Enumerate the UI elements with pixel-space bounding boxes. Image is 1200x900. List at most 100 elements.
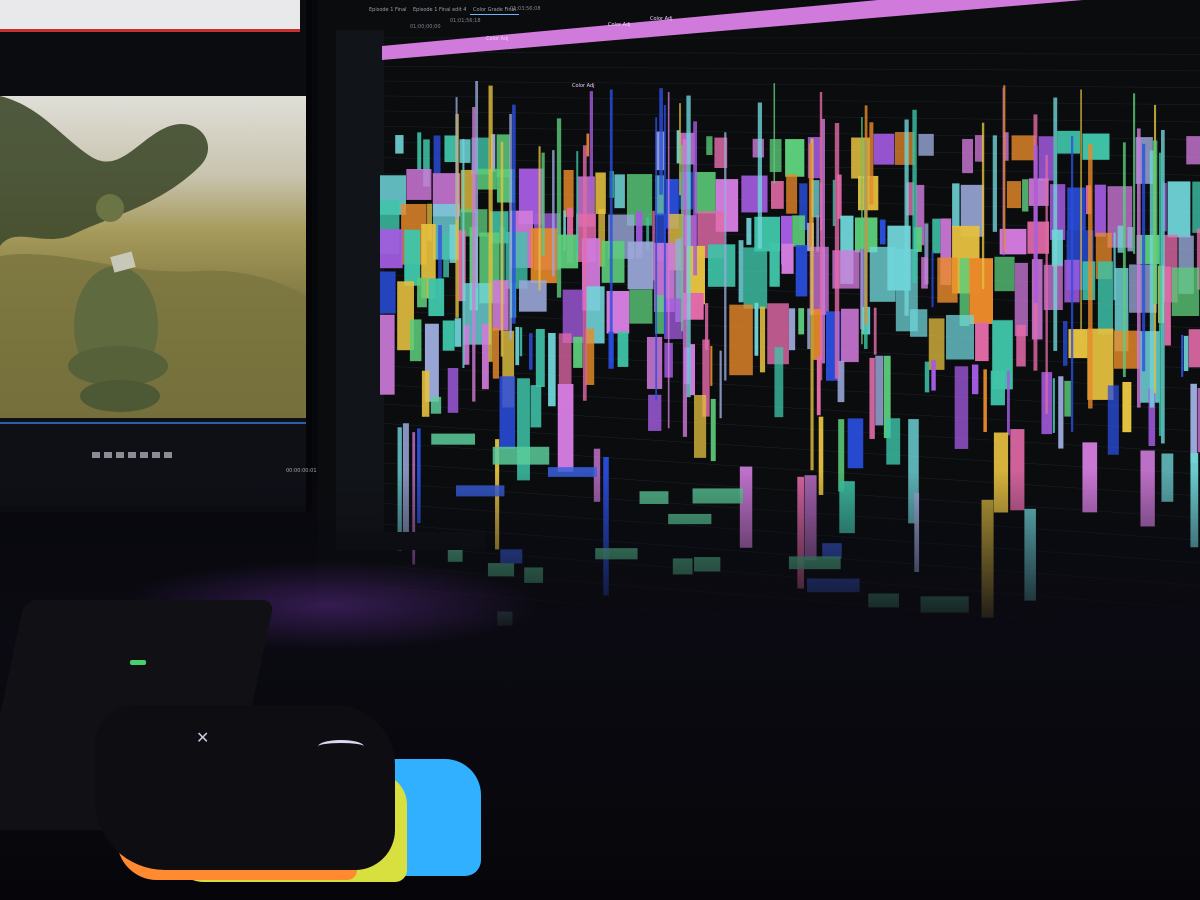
timeline-clip[interactable]	[614, 174, 625, 209]
timeline-clip[interactable]	[538, 146, 541, 291]
timeline-clip[interactable]	[499, 376, 516, 449]
timeline-clip[interactable]	[983, 369, 987, 432]
timeline-clip[interactable]	[693, 394, 707, 458]
timeline-clip[interactable]	[912, 109, 917, 284]
timeline-clip[interactable]	[477, 168, 497, 190]
timeline-clip[interactable]	[792, 215, 805, 247]
timeline-clip[interactable]	[663, 105, 666, 335]
timeline-clip[interactable]	[719, 350, 722, 419]
timeline-clip[interactable]	[875, 355, 884, 426]
timeline-clip[interactable]	[667, 92, 670, 429]
timeline-clip[interactable]	[707, 244, 736, 287]
timeline-clip[interactable]	[838, 419, 845, 492]
timeline-clip[interactable]	[834, 123, 840, 379]
timeline-clip[interactable]	[430, 396, 442, 414]
timeline-clip[interactable]	[773, 83, 776, 184]
timeline-clip[interactable]	[990, 370, 1005, 406]
timeline-clip[interactable]	[971, 364, 979, 395]
step-forward-icon[interactable]	[140, 452, 148, 458]
timeline-clip[interactable]	[920, 596, 969, 613]
timeline-clip[interactable]	[586, 133, 590, 157]
timeline-clip[interactable]	[404, 229, 421, 286]
play-icon[interactable]	[116, 452, 124, 458]
timeline-clip[interactable]	[738, 240, 744, 303]
timeline-clip[interactable]	[769, 139, 782, 172]
timeline-clip[interactable]	[931, 360, 936, 391]
timeline-clip[interactable]	[475, 80, 479, 288]
timeline-clip[interactable]	[541, 152, 545, 256]
timeline-clip[interactable]	[757, 102, 762, 249]
timeline-clip[interactable]	[918, 133, 934, 156]
timeline-clip[interactable]	[1067, 187, 1086, 231]
timeline-clip[interactable]	[921, 257, 928, 289]
timeline-clip[interactable]	[428, 278, 445, 317]
timeline-clip[interactable]	[1062, 320, 1068, 366]
timeline-clip[interactable]	[847, 418, 864, 469]
timeline-clip[interactable]	[869, 246, 896, 302]
timeline-clip[interactable]	[1024, 508, 1036, 601]
timeline-clip[interactable]	[804, 475, 817, 561]
timeline-clip[interactable]	[819, 91, 823, 381]
timeline-clip[interactable]	[595, 172, 606, 214]
timeline-clip[interactable]	[417, 428, 421, 524]
timeline-clip[interactable]	[710, 345, 713, 386]
timeline-clip[interactable]	[808, 143, 812, 248]
scrub-bar[interactable]	[0, 422, 306, 424]
timeline-clip[interactable]	[1082, 442, 1098, 513]
timeline-clip[interactable]	[519, 280, 547, 312]
timeline-clip[interactable]	[556, 118, 562, 298]
timeline-clip[interactable]	[454, 318, 462, 347]
timeline-clip[interactable]	[609, 89, 613, 362]
timeline-clip[interactable]	[785, 139, 805, 177]
timeline-clip[interactable]	[397, 427, 402, 551]
timeline-clip[interactable]	[380, 229, 403, 269]
timeline-clip[interactable]	[924, 361, 930, 393]
timeline-clip[interactable]	[519, 327, 523, 357]
timeline-clip[interactable]	[694, 557, 721, 572]
timeline-clip[interactable]	[582, 145, 587, 401]
timeline-clip[interactable]	[1183, 335, 1189, 372]
timeline-clip[interactable]	[557, 383, 574, 472]
timeline-clip[interactable]	[1171, 267, 1200, 317]
timeline-clip[interactable]	[459, 139, 471, 163]
timeline-clip[interactable]	[449, 224, 457, 263]
timeline-clip[interactable]	[739, 466, 753, 548]
timeline-clip[interactable]	[1127, 227, 1134, 252]
timeline-clip[interactable]	[1082, 133, 1110, 160]
timeline-clip[interactable]	[1107, 385, 1119, 455]
timeline-clip[interactable]	[481, 323, 489, 390]
timeline-clip[interactable]	[443, 233, 449, 278]
timeline-clip[interactable]	[729, 304, 753, 376]
timeline-clip[interactable]	[589, 91, 594, 199]
timeline-clip[interactable]	[668, 513, 712, 525]
timeline-clip[interactable]	[993, 432, 1009, 513]
timeline-clip[interactable]	[1158, 152, 1163, 436]
timeline-clip[interactable]	[797, 476, 804, 589]
timeline-clip[interactable]	[617, 331, 629, 367]
timeline-clip[interactable]	[774, 347, 784, 418]
timeline-clip[interactable]	[488, 85, 493, 362]
timeline-clip[interactable]	[456, 485, 505, 497]
timeline-clip[interactable]	[981, 499, 994, 618]
timeline-clip[interactable]	[1064, 380, 1071, 417]
timeline-clip[interactable]	[873, 307, 877, 355]
timeline-clip[interactable]	[693, 121, 698, 276]
timeline-clip[interactable]	[962, 138, 974, 174]
timeline-clip[interactable]	[910, 309, 928, 337]
export-frame-icon[interactable]	[164, 452, 172, 458]
playhead-icon[interactable]	[880, 751, 888, 759]
timeline-clip[interactable]	[664, 298, 683, 340]
timeline-clip[interactable]	[771, 180, 784, 209]
timeline-clip[interactable]	[1053, 97, 1058, 351]
timeline-clip[interactable]	[395, 135, 404, 154]
timeline-clip[interactable]	[406, 168, 432, 200]
timeline-clip[interactable]	[431, 433, 476, 445]
timeline-clip[interactable]	[380, 314, 395, 395]
timeline-clip[interactable]	[904, 119, 909, 316]
timeline-clip[interactable]	[1006, 370, 1010, 436]
timeline-clip[interactable]	[672, 558, 693, 575]
timeline-clip[interactable]	[552, 150, 555, 277]
timeline-clip[interactable]	[818, 416, 824, 495]
timeline-clip[interactable]	[1117, 225, 1124, 253]
timeline-clip[interactable]	[1052, 378, 1055, 433]
